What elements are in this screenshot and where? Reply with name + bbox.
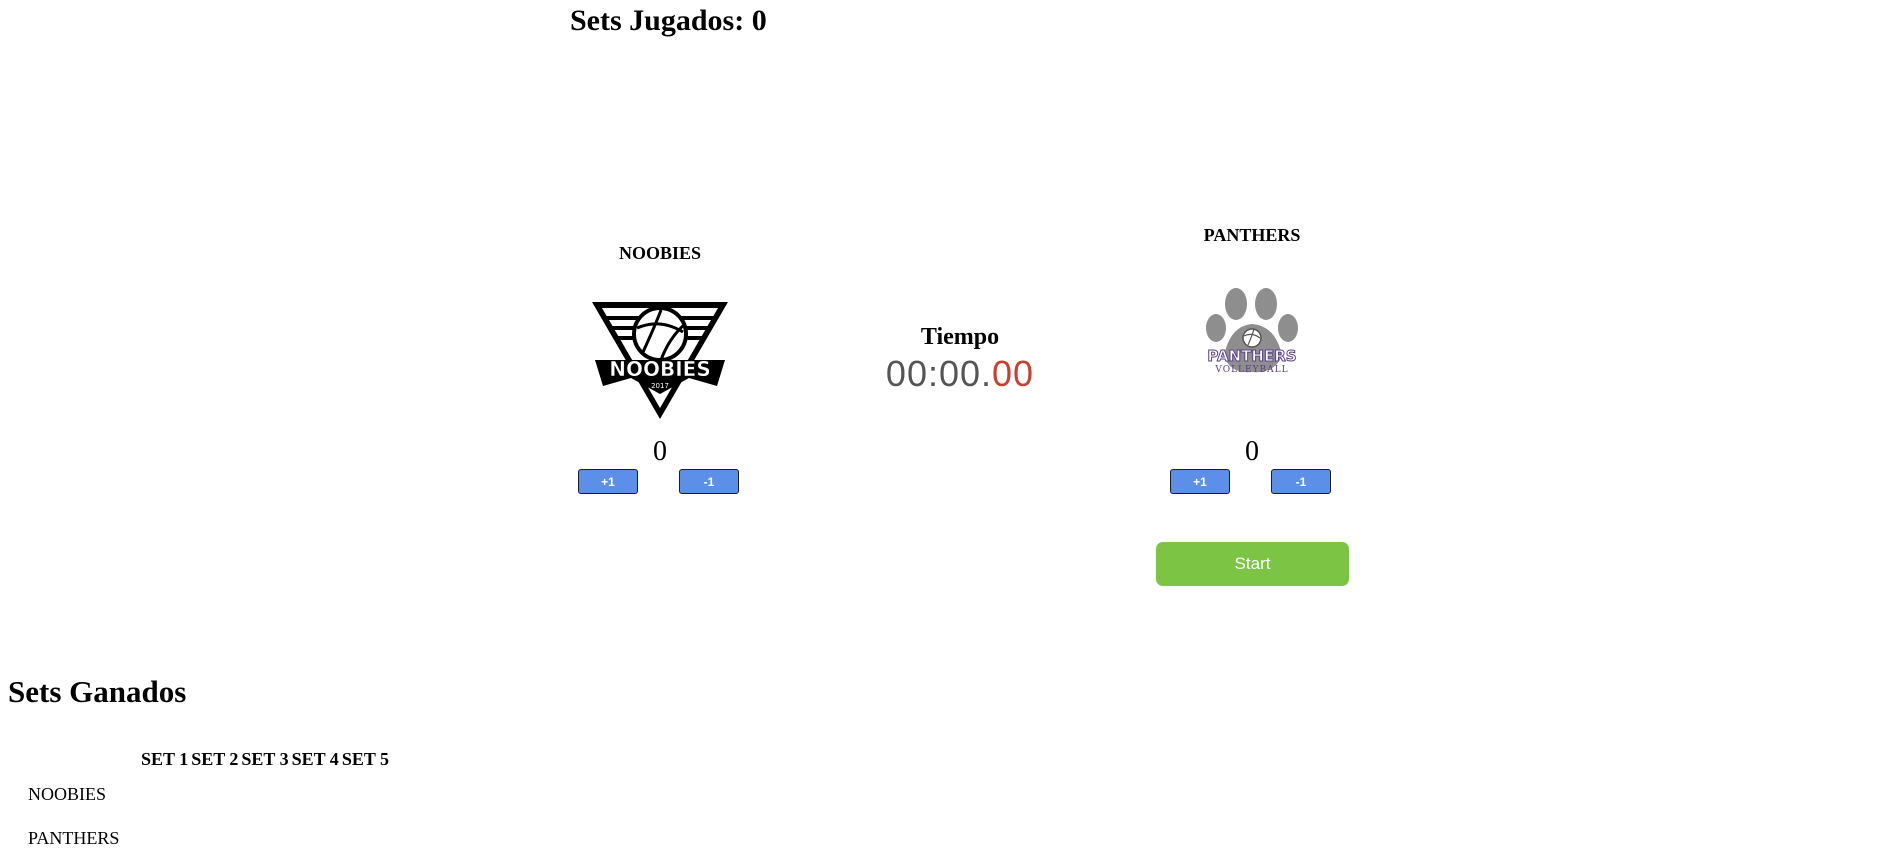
sets-played-value: 0	[751, 4, 767, 37]
row-team-panthers: PANTHERS	[28, 827, 120, 848]
sets-table-corner	[28, 746, 141, 772]
noobies-set-1	[141, 772, 191, 816]
panthers-logo-subtext: VOLLEYBALL	[1214, 365, 1288, 375]
noobies-plus-one-button[interactable]: +1	[578, 469, 638, 494]
noobies-set-4	[292, 772, 342, 816]
noobies-logo-year: 2017	[651, 382, 669, 390]
team-name-panthers: PANTHERS	[1203, 225, 1301, 245]
sets-table-header-row: SET 1 SET 2 SET 3 SET 4 SET 5	[28, 746, 392, 772]
score-panthers: 0	[1245, 436, 1259, 467]
timer-label: Tiempo	[920, 324, 1000, 350]
column-set-1: SET 1	[141, 748, 189, 769]
noobies-set-2	[191, 772, 241, 816]
start-button[interactable]: Start	[1156, 542, 1349, 586]
panthers-set-5	[342, 816, 392, 860]
sets-won-table: SET 1 SET 2 SET 3 SET 4 SET 5 NOOBIES PA…	[28, 746, 392, 860]
panthers-set-2	[191, 816, 241, 860]
column-set-2: SET 2	[191, 748, 239, 769]
column-set-3: SET 3	[241, 748, 289, 769]
panthers-minus-one-button[interactable]: -1	[1271, 469, 1331, 494]
panthers-plus-one-button[interactable]: +1	[1170, 469, 1230, 494]
timer-hundredths: 00	[992, 353, 1035, 394]
sets-played-label: Sets Jugados:	[570, 4, 745, 37]
noobies-logo-text: NOOBIES	[609, 357, 711, 381]
sets-played-heading: Sets Jugados: 0	[570, 4, 767, 38]
panthers-set-3	[241, 816, 291, 860]
noobies-set-3	[241, 772, 291, 816]
sets-won-title: Sets Ganados	[8, 674, 187, 709]
timer-minutes-seconds: 00:00.	[885, 353, 993, 394]
timer-display: 00:00.00	[860, 353, 1060, 395]
column-set-4: SET 4	[291, 748, 339, 769]
team-name-noobies: NOOBIES	[618, 243, 702, 263]
timer-panel: Tiempo 00:00.00	[860, 324, 1060, 395]
noobies-minus-one-button[interactable]: -1	[679, 469, 739, 494]
scoreboard-page: Sets Jugados: 0 NOOBIES NOOBIES 2017 0 +…	[0, 0, 1897, 862]
noobies-logo-icon: NOOBIES 2017	[560, 298, 760, 422]
noobies-set-5	[342, 772, 392, 816]
panthers-set-1	[141, 816, 191, 860]
row-team-noobies: NOOBIES	[28, 783, 107, 804]
score-noobies: 0	[653, 436, 667, 467]
panthers-set-4	[292, 816, 342, 860]
column-set-5: SET 5	[341, 748, 390, 769]
table-row: PANTHERS	[28, 816, 392, 860]
panthers-paw-logo-icon: PANTHERS VOLLEYBALL	[1152, 282, 1352, 378]
table-row: NOOBIES	[28, 772, 392, 816]
panthers-logo-text: PANTHERS	[1207, 347, 1296, 365]
